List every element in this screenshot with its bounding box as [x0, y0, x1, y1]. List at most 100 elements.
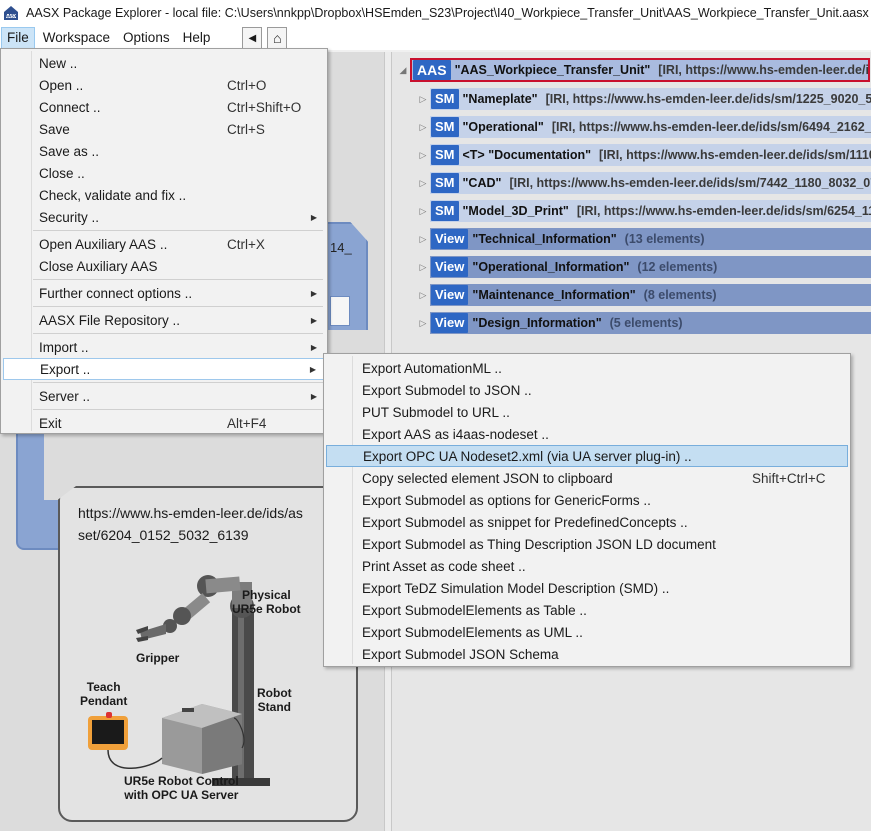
submenu-item-copy-json-clipboard[interactable]: Copy selected element JSON to clipboard … — [326, 467, 848, 489]
collapsed-icon[interactable]: ▷ — [416, 150, 430, 161]
tree-node-submodel[interactable]: ▷ SM "Nameplate" [IRI, https://www.hs-em… — [416, 87, 871, 111]
menu-item-open[interactable]: Open .. Ctrl+O — [3, 74, 325, 96]
sm-badge: SM — [431, 117, 459, 137]
menu-item-security[interactable]: Security .. ▶ — [3, 206, 325, 228]
aas-badge: AAS — [413, 60, 451, 80]
submenu-item-export-i4aas-nodeset[interactable]: Export AAS as i4aas-nodeset .. — [326, 423, 848, 445]
collapsed-icon[interactable]: ▷ — [416, 234, 430, 245]
collapsed-icon[interactable]: ▷ — [416, 178, 430, 189]
collapsed-icon[interactable]: ▷ — [416, 290, 430, 301]
submenu-arrow-icon: ▶ — [309, 364, 316, 374]
menu-workspace[interactable]: Workspace — [38, 27, 115, 49]
menu-item-file-repository[interactable]: AASX File Repository .. ▶ — [3, 309, 325, 331]
menu-item-server[interactable]: Server .. ▶ — [3, 385, 325, 407]
submenu-item-label: Export Submodel JSON Schema — [362, 646, 559, 662]
submenu-item-export-thing-description[interactable]: Export Submodel as Thing Description JSO… — [326, 533, 848, 555]
tree-node-body[interactable]: View "Technical_Information" (13 element… — [430, 228, 871, 250]
tree-node-body[interactable]: SM "CAD" [IRI, https://www.hs-emden-leer… — [430, 172, 871, 194]
asset-id-fragment: 14_ — [330, 240, 352, 255]
menu-bar: File Workspace Options Help ◀ ⌂ — [0, 26, 871, 50]
tree-node-body[interactable]: SM "Model_3D_Print" [IRI, https://www.hs… — [430, 200, 871, 222]
tree-node-view[interactable]: ▷ View "Maintenance_Information" (8 elem… — [416, 283, 871, 307]
tree-node-view[interactable]: ▷ View "Technical_Information" (13 eleme… — [416, 227, 871, 251]
sm-badge: SM — [431, 145, 459, 165]
tree-node-view[interactable]: ▷ View "Operational_Information" (12 ele… — [416, 255, 871, 279]
menu-item-further-connect[interactable]: Further connect options .. ▶ — [3, 282, 325, 304]
submenu-item-label: Export Submodel as options for GenericFo… — [362, 492, 651, 508]
home-icon: ⌂ — [273, 30, 282, 46]
collapsed-icon[interactable]: ▷ — [416, 94, 430, 105]
tree-node-submodel[interactable]: ▷ SM "CAD" [IRI, https://www.hs-emden-le… — [416, 171, 871, 195]
menu-item-close-auxiliary[interactable]: Close Auxiliary AAS — [3, 255, 325, 277]
menu-item-shortcut: Ctrl+Shift+O — [227, 99, 302, 115]
submenu-item-export-submodel-json[interactable]: Export Submodel to JSON .. — [326, 379, 848, 401]
menu-item-shortcut: Ctrl+O — [227, 77, 267, 93]
submenu-item-export-elements-table[interactable]: Export SubmodelElements as Table .. — [326, 599, 848, 621]
menu-item-export[interactable]: Export .. ▶ — [3, 358, 325, 380]
tree-node-view[interactable]: ▷ View "Design_Information" (5 elements) — [416, 311, 871, 335]
submenu-item-label: Export Submodel as snippet for Predefine… — [362, 514, 688, 530]
submenu-item-export-json-schema[interactable]: Export Submodel JSON Schema — [326, 643, 848, 665]
aas-name: "AAS_Workpiece_Transfer_Unit" — [454, 63, 651, 77]
menu-item-connect[interactable]: Connect .. Ctrl+Shift+O — [3, 96, 325, 118]
tree-node-body[interactable]: View "Operational_Information" (12 eleme… — [430, 256, 871, 278]
menu-item-save-as[interactable]: Save as .. — [3, 140, 325, 162]
menu-item-label: Security .. — [39, 209, 100, 225]
submenu-item-print-asset-code-sheet[interactable]: Print Asset as code sheet .. — [326, 555, 848, 577]
submodel-name: "Nameplate" — [462, 92, 538, 106]
submenu-item-export-elements-uml[interactable]: Export SubmodelElements as UML .. — [326, 621, 848, 643]
menu-item-new[interactable]: New .. — [3, 52, 325, 74]
menu-separator — [33, 382, 323, 383]
menu-options[interactable]: Options — [118, 27, 175, 49]
submodel-name: "CAD" — [462, 176, 502, 190]
tree-node-aas-body[interactable]: AAS "AAS_Workpiece_Transfer_Unit" [IRI, … — [410, 58, 870, 82]
submenu-item-export-automationml[interactable]: Export AutomationML .. — [326, 357, 848, 379]
view-count: (5 elements) — [609, 316, 683, 330]
menu-separator — [33, 409, 323, 410]
sm-badge: SM — [431, 173, 459, 193]
view-badge: View — [431, 257, 469, 277]
menu-item-label: Import .. — [39, 339, 89, 355]
menu-help[interactable]: Help — [178, 27, 216, 49]
menu-item-check-validate[interactable]: Check, validate and fix .. — [3, 184, 325, 206]
menu-item-close[interactable]: Close .. — [3, 162, 325, 184]
aas-id: [IRI, https://www.hs-emden-leer.de/ids/a… — [658, 63, 869, 77]
submenu-item-export-tedz-smd[interactable]: Export TeDZ Simulation Model Description… — [326, 577, 848, 599]
menu-item-label: Save as .. — [39, 143, 100, 159]
submenu-item-label: Export TeDZ Simulation Model Description… — [362, 580, 670, 596]
tree-node-body[interactable]: View "Design_Information" (5 elements) — [430, 312, 871, 334]
back-button[interactable]: ◀ — [242, 27, 263, 49]
tree-node-submodel[interactable]: ▷ SM "Model_3D_Print" [IRI, https://www.… — [416, 199, 871, 223]
submenu-item-export-genericforms[interactable]: Export Submodel as options for GenericFo… — [326, 489, 848, 511]
menu-separator — [33, 333, 323, 334]
submodel-name: <T> "Documentation" — [462, 148, 592, 162]
home-button[interactable]: ⌂ — [267, 27, 288, 49]
menu-item-label: Export .. — [40, 361, 91, 377]
tree-node-aas[interactable]: ◢ AAS "AAS_Workpiece_Transfer_Unit" [IRI… — [396, 58, 870, 82]
tree-node-submodel[interactable]: ▷ SM <T> "Documentation" [IRI, https://w… — [416, 143, 871, 167]
menu-item-import[interactable]: Import .. ▶ — [3, 336, 325, 358]
title-bar: AASX AASX Package Explorer - local file:… — [0, 0, 871, 26]
menu-item-save[interactable]: Save Ctrl+S — [3, 118, 325, 140]
menu-item-exit[interactable]: Exit Alt+F4 — [3, 412, 325, 434]
collapsed-icon[interactable]: ▷ — [416, 262, 430, 273]
menu-file[interactable]: File — [1, 27, 35, 49]
tree-node-body[interactable]: SM "Nameplate" [IRI, https://www.hs-emde… — [430, 88, 871, 110]
tree-node-body[interactable]: SM <T> "Documentation" [IRI, https://www… — [430, 144, 871, 166]
expanded-icon[interactable]: ◢ — [396, 65, 410, 76]
submodel-id: [IRI, https://www.hs-emden-leer.de/ids/s… — [509, 176, 871, 190]
menu-item-label: Close .. — [39, 165, 85, 181]
view-count: (13 elements) — [624, 232, 705, 246]
collapsed-icon[interactable]: ▷ — [416, 318, 430, 329]
tree-node-body[interactable]: View "Maintenance_Information" (8 elemen… — [430, 284, 871, 306]
submenu-item-label: Export SubmodelElements as Table .. — [362, 602, 587, 618]
tree-node-body[interactable]: SM "Operational" [IRI, https://www.hs-em… — [430, 116, 871, 138]
menu-item-open-auxiliary[interactable]: Open Auxiliary AAS .. Ctrl+X — [3, 233, 325, 255]
view-count: (8 elements) — [643, 288, 717, 302]
submenu-item-put-submodel-url[interactable]: PUT Submodel to URL .. — [326, 401, 848, 423]
collapsed-icon[interactable]: ▷ — [416, 206, 430, 217]
tree-node-submodel[interactable]: ▷ SM "Operational" [IRI, https://www.hs-… — [416, 115, 871, 139]
collapsed-icon[interactable]: ▷ — [416, 122, 430, 133]
submenu-item-export-opcua-nodeset2[interactable]: Export OPC UA Nodeset2.xml (via UA serve… — [326, 445, 848, 467]
submenu-item-export-predefinedconcepts[interactable]: Export Submodel as snippet for Predefine… — [326, 511, 848, 533]
